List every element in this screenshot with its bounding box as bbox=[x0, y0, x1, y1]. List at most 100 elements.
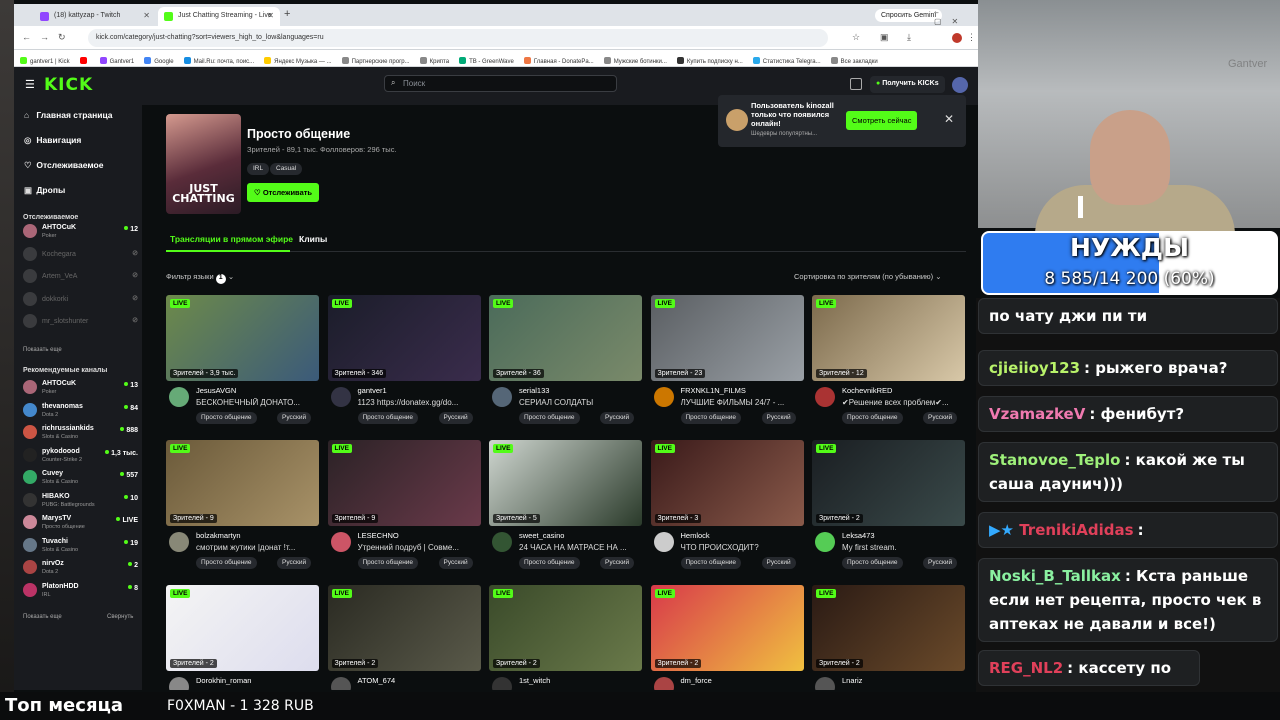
channel-name[interactable]: Leksa473 bbox=[842, 531, 875, 540]
channel-avatar[interactable] bbox=[492, 387, 512, 407]
stream-thumbnail[interactable]: LIVE Зрителей - 9 bbox=[327, 440, 481, 526]
stream-thumbnail[interactable]: LIVE Зрителей - 2 bbox=[650, 585, 804, 671]
channel-avatar[interactable] bbox=[169, 532, 189, 552]
bookmark-item[interactable]: Яндекс Музыка — ... bbox=[264, 57, 332, 65]
stream-tag[interactable]: Просто общение bbox=[196, 412, 257, 424]
channel-avatar[interactable] bbox=[492, 677, 512, 690]
channel-name[interactable]: JesusAVGN bbox=[196, 386, 236, 395]
bookmark-item[interactable]: TB - GreenWave bbox=[459, 57, 514, 65]
close-icon[interactable]: ✕ bbox=[944, 112, 954, 126]
stream-thumbnail[interactable]: LIVE Зрителей - 23 bbox=[650, 295, 804, 381]
show-more-link[interactable]: Показать еще bbox=[23, 614, 62, 620]
channel-avatar[interactable] bbox=[169, 387, 189, 407]
stream-card[interactable]: LIVE Зрителей - 9 bolzakmartyn смотрим жути… bbox=[166, 440, 319, 580]
stream-tag[interactable]: Русский bbox=[923, 412, 958, 424]
stream-tag[interactable]: Просто общение bbox=[519, 557, 580, 569]
back-icon[interactable]: ← bbox=[22, 32, 31, 42]
gemini-button[interactable]: Спросить Gemini bbox=[874, 9, 942, 22]
sidebar-channel[interactable]: MarysTV Просто общение LIVE bbox=[23, 513, 138, 533]
channel-name[interactable]: sweet_casino bbox=[519, 531, 564, 540]
bookmark-item[interactable]: Google bbox=[144, 57, 174, 65]
sidebar-channel[interactable]: AHTOCuK Poker 13 bbox=[23, 378, 138, 398]
stream-tag[interactable]: Просто общение bbox=[680, 557, 742, 569]
stream-card[interactable]: LIVE Зрителей - 346 gantver1 1123 https://d… bbox=[327, 295, 481, 435]
channel-avatar[interactable] bbox=[169, 677, 189, 690]
sidebar-channel[interactable]: richrussiankids Slots & Casino 888 bbox=[23, 423, 138, 443]
channel-name[interactable]: LESECHNO bbox=[358, 531, 399, 540]
tab-live[interactable]: Трансляции в прямом эфире bbox=[170, 234, 293, 244]
stream-card[interactable]: LIVE Зрителей - 2 dm_force bbox=[650, 585, 804, 690]
bookmark-item[interactable]: Крипта bbox=[419, 57, 449, 65]
follow-button[interactable]: ♡ Отслеживать bbox=[247, 183, 320, 202]
channel-name[interactable]: Dorokhin_roman bbox=[196, 676, 251, 685]
stream-thumbnail[interactable]: LIVE Зрителей - 3,9 тыс. bbox=[166, 295, 319, 381]
stream-title[interactable]: смотрим жутики |донат !т... bbox=[196, 543, 319, 552]
sidebar-item-browse[interactable]: ◎ Навигация bbox=[24, 135, 81, 146]
sidebar-channel[interactable]: pykodoood Counter-Strike 2 1,3 тыс. bbox=[23, 446, 138, 466]
sidebar-channel[interactable]: Cuvey Slots & Casino 557 bbox=[23, 468, 138, 488]
bookmark-item[interactable]: Партнерские прогр... bbox=[341, 57, 410, 65]
window-controls[interactable]: –▢✕ bbox=[934, 8, 978, 26]
tab-twitch[interactable]: (18) kattyzap - Twitch ✕ bbox=[34, 7, 156, 26]
watch-now-button[interactable]: Смотреть сейчас bbox=[846, 111, 918, 130]
stream-card[interactable]: LIVE Зрителей - 2 Lnariz bbox=[812, 585, 965, 690]
stream-thumbnail[interactable]: LIVE Зрителей - 5 bbox=[489, 440, 642, 526]
tab-clips[interactable]: Клипы bbox=[299, 234, 327, 244]
collapse-link[interactable]: Свернуть bbox=[107, 614, 133, 620]
sidebar-channel[interactable]: Artem_VeA ⊘ bbox=[23, 267, 138, 287]
channel-avatar[interactable] bbox=[330, 387, 351, 407]
stream-thumbnail[interactable]: LIVE Зрителей - 346 bbox=[327, 295, 481, 381]
bookmark-item[interactable]: Статистика Telegra... bbox=[752, 57, 821, 65]
filter-dropdown[interactable]: Фильтр языки 1 ⌄ bbox=[166, 272, 234, 284]
stream-title[interactable]: ЧТО ПРОИСХОДИТ? bbox=[681, 543, 804, 552]
sidebar-channel[interactable]: thevanomas Dota 2 84 bbox=[23, 401, 138, 421]
search-input[interactable]: ⌕ Поиск bbox=[384, 75, 617, 92]
channel-name[interactable]: Lnariz bbox=[842, 676, 862, 685]
stream-tag[interactable]: Просто общение bbox=[357, 412, 419, 424]
channel-name[interactable]: ATOM_674 bbox=[358, 676, 396, 685]
channel-name[interactable]: FRXNKL1N_FILMS bbox=[681, 386, 746, 395]
stream-card[interactable]: LIVE Зрителей - 2 Dorokhin_roman bbox=[166, 585, 319, 690]
bookmark-item[interactable]: Мужские ботинки... bbox=[603, 57, 667, 65]
bookmark-item[interactable]: Главная - DonatePa... bbox=[523, 57, 594, 65]
stream-thumbnail[interactable]: LIVE Зрителей - 12 bbox=[812, 295, 965, 381]
channel-name[interactable]: gantver1 bbox=[358, 386, 387, 395]
sidebar-item-drops[interactable]: ▣ Дропы bbox=[24, 185, 65, 196]
tab-kick[interactable]: Just Chatting Streaming - Live ✕ bbox=[158, 7, 280, 26]
stream-tag[interactable]: Просто общение bbox=[357, 557, 419, 569]
channel-avatar[interactable] bbox=[815, 387, 835, 407]
forward-icon[interactable]: → bbox=[40, 32, 49, 42]
stream-title[interactable]: 24 ЧАСА НА МАТРАСЕ НА ... bbox=[519, 543, 642, 552]
stream-tag[interactable]: Русский bbox=[438, 557, 473, 569]
stream-tag[interactable]: Русский bbox=[277, 412, 312, 424]
stream-thumbnail[interactable]: LIVE Зрителей - 2 bbox=[166, 585, 319, 671]
stream-title[interactable]: ЛУЧШИЕ ФИЛЬМЫ 24/7 - ... bbox=[681, 398, 804, 407]
stream-tag[interactable]: Русский bbox=[923, 557, 958, 569]
sidebar-channel[interactable]: dokkorki ⊘ bbox=[23, 290, 138, 310]
stream-tag[interactable]: Русский bbox=[761, 557, 796, 569]
stream-title[interactable]: СЕРИАЛ СОЛДАТЫ bbox=[519, 398, 642, 407]
reload-icon[interactable]: ↻ bbox=[58, 32, 66, 43]
channel-avatar[interactable] bbox=[653, 387, 674, 407]
download-icon[interactable]: ⤓ bbox=[907, 32, 911, 43]
stream-card[interactable]: LIVE Зрителей - 3,9 тыс. JesusAVGN БЕСКОНЕЧ… bbox=[166, 295, 319, 435]
stream-thumbnail[interactable]: LIVE Зрителей - 2 bbox=[812, 585, 965, 671]
stream-thumbnail[interactable]: LIVE Зрителей - 9 bbox=[166, 440, 319, 526]
bookmark-item[interactable]: Mail.Ru: почта, поис... bbox=[183, 57, 254, 65]
stream-tag[interactable]: Русский bbox=[438, 412, 473, 424]
stream-title[interactable]: My first stream. bbox=[842, 543, 965, 552]
stream-card[interactable]: LIVE Зрителей - 23 FRXNKL1N_FILMS ЛУЧШИЕ ФИ… bbox=[650, 295, 804, 435]
stream-thumbnail[interactable]: LIVE Зрителей - 2 bbox=[812, 440, 965, 526]
bookmark-item[interactable]: Все закладки bbox=[830, 57, 878, 65]
sidebar-channel[interactable]: PlatonHDD IRL 8 bbox=[23, 581, 138, 601]
channel-name[interactable]: 1st_witch bbox=[519, 676, 550, 685]
channel-avatar[interactable] bbox=[330, 532, 351, 552]
stream-card[interactable]: LIVE Зрителей - 36 serial133 СЕРИАЛ СОЛДАТЫ… bbox=[489, 295, 642, 435]
user-avatar[interactable] bbox=[952, 77, 968, 93]
channel-avatar[interactable] bbox=[492, 532, 512, 552]
stream-card[interactable]: LIVE Зрителей - 9 LESECHNO Утренний подруб … bbox=[327, 440, 481, 580]
channel-avatar[interactable] bbox=[815, 532, 835, 552]
channel-name[interactable]: Hemlock bbox=[681, 531, 710, 540]
stream-thumbnail[interactable]: LIVE Зрителей - 36 bbox=[489, 295, 642, 381]
stream-tag[interactable]: Просто общение bbox=[680, 412, 742, 424]
